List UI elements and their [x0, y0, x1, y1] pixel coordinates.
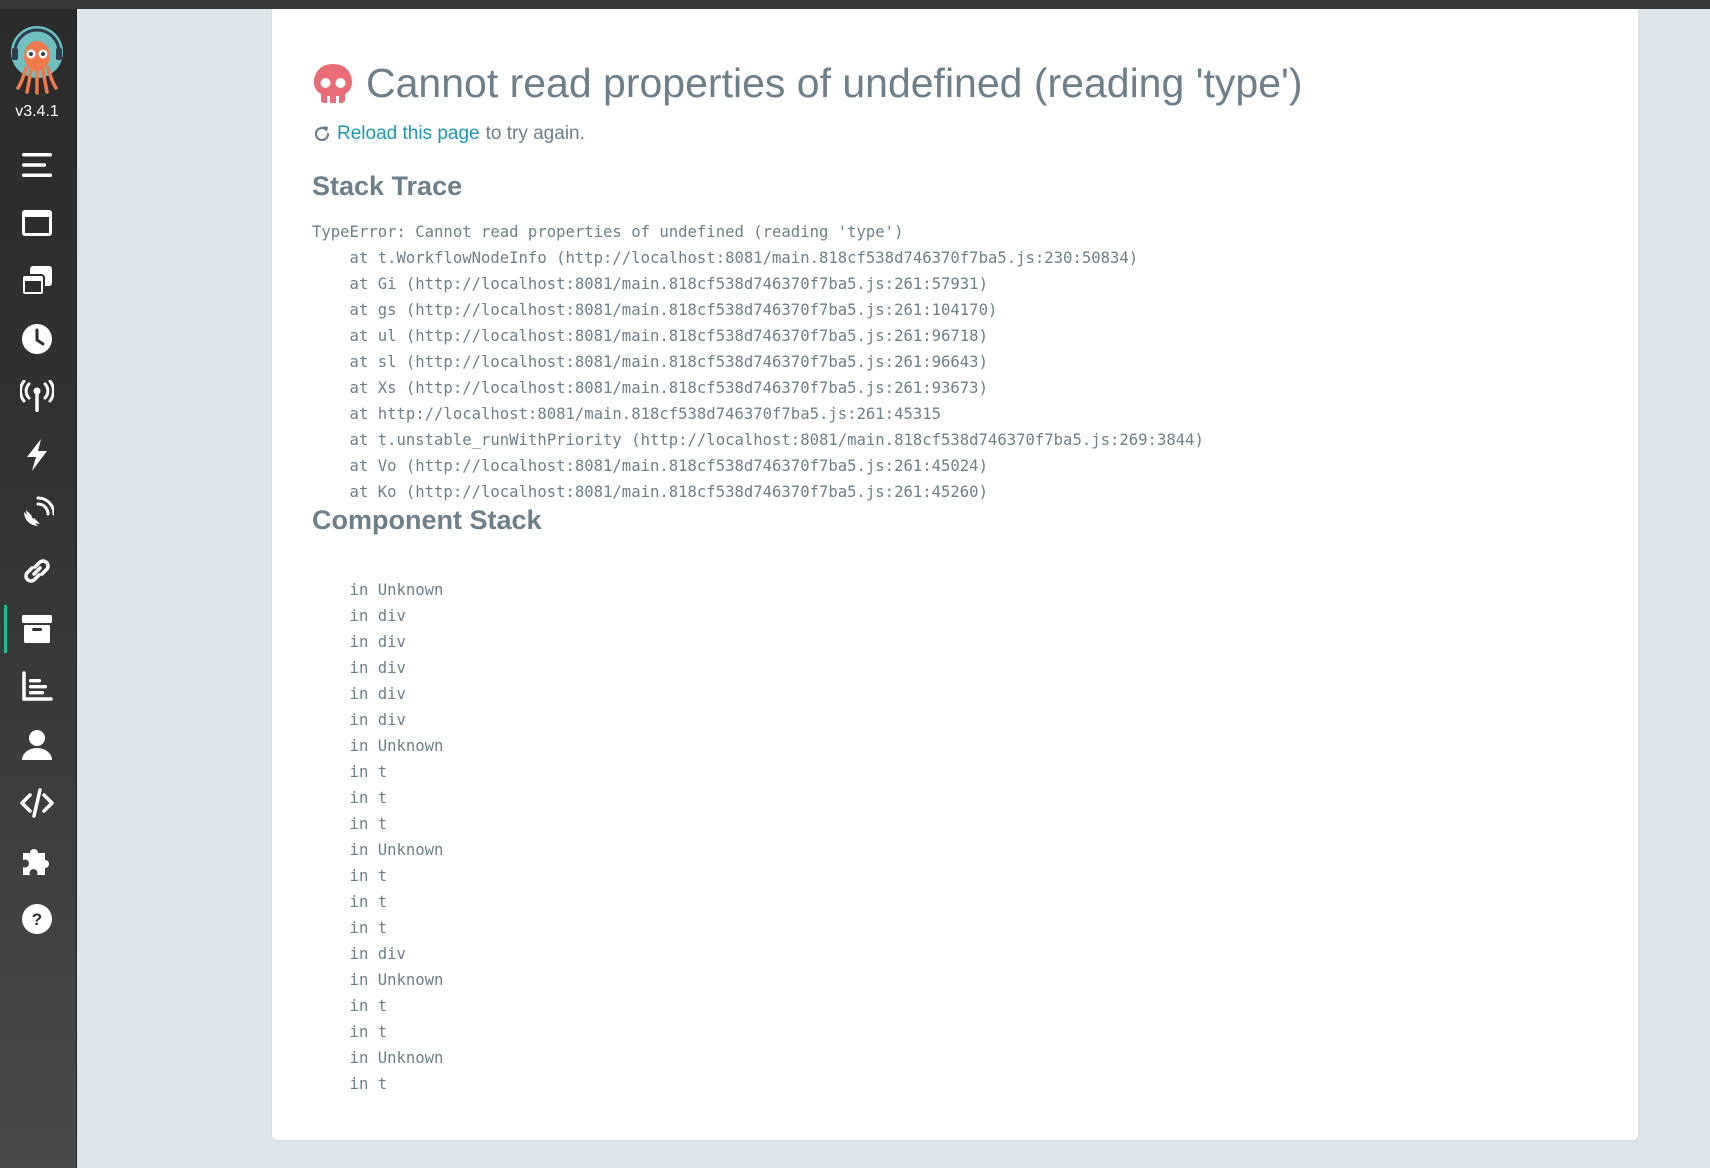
argo-logo[interactable]	[9, 24, 65, 98]
component-stack: in Unknown in div in div in div in div i…	[349, 581, 444, 1093]
chart-bar-icon	[22, 671, 53, 701]
sidebar-item-cron-workflows[interactable]	[0, 313, 74, 365]
sidebar-item-user[interactable]	[0, 719, 74, 771]
puzzle-piece-icon	[23, 849, 49, 875]
code-icon	[20, 788, 54, 818]
broadcast-icon	[20, 380, 54, 412]
bolt-icon	[27, 439, 47, 471]
redo-icon	[314, 126, 330, 142]
link-icon	[24, 559, 50, 583]
reload-hint: Reload this page to try again.	[312, 123, 585, 145]
component-stack-heading: Component Stack	[312, 505, 542, 535]
user-icon	[22, 730, 52, 760]
help-icon: ?	[22, 904, 52, 934]
menu-icon	[22, 153, 52, 177]
sidebar: v3.4.1 ?	[0, 9, 77, 1168]
sidebar-item-api-docs[interactable]	[0, 777, 74, 829]
sidebar-item-archived-workflows[interactable]	[0, 603, 74, 655]
clock-icon	[22, 324, 52, 354]
window-top-bar	[0, 0, 1710, 9]
error-header: Cannot read properties of undefined (rea…	[312, 53, 1302, 113]
archive-icon	[22, 615, 52, 643]
sidebar-item-workflow-templates[interactable]	[0, 255, 74, 307]
app-version: v3.4.1	[15, 103, 59, 120]
stack-trace-heading: Stack Trace	[312, 171, 463, 201]
reload-hint-text: to try again.	[485, 123, 585, 144]
skull-icon	[314, 64, 352, 103]
svg-text:?: ?	[32, 910, 42, 929]
workflows-icon	[22, 210, 52, 236]
sidebar-item-plugins[interactable]	[0, 835, 74, 887]
sidebar-item-event-flow[interactable]	[0, 487, 74, 539]
sidebar-item-menu[interactable]	[0, 139, 74, 191]
reload-page-link[interactable]: Reload this page	[337, 123, 480, 145]
sidebar-item-links[interactable]	[0, 545, 74, 597]
sidebar-item-reports[interactable]	[0, 661, 74, 713]
stack-trace: TypeError: Cannot read properties of und…	[312, 223, 1204, 501]
workflow-templates-icon	[21, 266, 52, 296]
sidebar-item-help[interactable]: ?	[0, 893, 74, 945]
sidebar-item-event-sources[interactable]	[0, 371, 74, 423]
error-title: Cannot read properties of undefined (rea…	[366, 59, 1303, 106]
sidebar-item-workflows[interactable]	[0, 197, 74, 249]
satellite-dish-icon	[24, 496, 54, 526]
error-panel: Cannot read properties of undefined (rea…	[272, 9, 1638, 1140]
sidebar-item-sensors[interactable]	[0, 429, 74, 481]
